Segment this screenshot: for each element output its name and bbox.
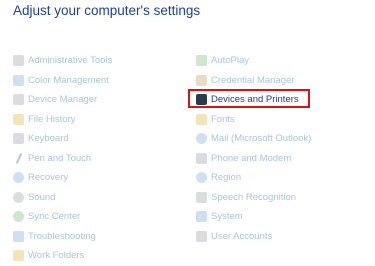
item-phone-and-modem[interactable]: Phone and Modem — [196, 149, 311, 169]
sync-center-icon — [13, 211, 24, 223]
file-history-icon — [13, 113, 24, 125]
system-icon — [196, 211, 207, 223]
mail-icon — [196, 133, 207, 145]
item-color-management[interactable]: Color Management — [13, 71, 112, 91]
speech-recognition-icon — [196, 191, 207, 203]
administrative-tools-icon — [13, 55, 24, 67]
user-accounts-icon — [196, 230, 207, 242]
item-label: Sound — [28, 191, 56, 203]
item-label: User Accounts — [211, 230, 273, 242]
item-label: Device Manager — [28, 94, 98, 106]
item-file-history[interactable]: File History — [13, 110, 112, 130]
page-title: Adjust your computer's settings — [13, 3, 201, 18]
item-system[interactable]: System — [196, 207, 311, 227]
item-work-folders[interactable]: Work Folders — [13, 246, 112, 266]
item-troubleshooting[interactable]: Troubleshooting — [13, 227, 112, 247]
item-label: Fonts — [211, 113, 235, 125]
sound-icon — [13, 191, 24, 203]
item-label: Color Management — [28, 74, 109, 86]
troubleshooting-icon — [13, 230, 24, 242]
phone-and-modem-icon — [196, 152, 207, 164]
item-sound[interactable]: Sound — [13, 188, 112, 208]
item-label: Pen and Touch — [28, 152, 92, 164]
item-label: Administrative Tools — [28, 55, 113, 67]
item-fonts[interactable]: Fonts — [196, 110, 311, 130]
item-label: System — [211, 211, 243, 223]
item-label: File History — [28, 113, 76, 125]
item-label: Phone and Modem — [211, 152, 292, 164]
selection-highlight-box — [188, 89, 310, 108]
item-keyboard[interactable]: Keyboard — [13, 129, 112, 149]
item-label: Region — [211, 172, 242, 184]
item-device-manager[interactable]: Device Manager — [13, 90, 112, 110]
color-management-icon — [13, 74, 24, 86]
item-speech-recognition[interactable]: Speech Recognition — [196, 188, 311, 208]
pen-icon — [13, 153, 24, 164]
fonts-icon — [196, 113, 207, 125]
device-manager-icon — [13, 94, 24, 106]
item-label: Troubleshooting — [28, 230, 96, 242]
item-label: Mail (Microsoft Outlook) — [211, 133, 312, 145]
work-folders-icon — [13, 250, 24, 262]
item-sync-center[interactable]: Sync Center — [13, 207, 112, 227]
item-pen-and-touch[interactable]: Pen and Touch — [13, 149, 112, 169]
right-column: AutoPlay Credential Manager Devices and … — [196, 51, 311, 246]
item-autoplay[interactable]: AutoPlay — [196, 51, 311, 71]
recovery-icon — [13, 172, 24, 184]
item-administrative-tools[interactable]: Administrative Tools — [13, 51, 112, 71]
item-label: Sync Center — [28, 211, 81, 223]
item-mail[interactable]: Mail (Microsoft Outlook) — [196, 129, 311, 149]
item-recovery[interactable]: Recovery — [13, 168, 112, 188]
item-label: AutoPlay — [211, 55, 250, 67]
autoplay-icon — [196, 55, 207, 67]
item-label: Keyboard — [28, 133, 69, 145]
item-label: Speech Recognition — [211, 191, 297, 203]
left-column: Administrative Tools Color Management De… — [13, 51, 112, 266]
region-icon — [196, 172, 207, 184]
item-label: Credential Manager — [211, 74, 295, 86]
item-region[interactable]: Region — [196, 168, 311, 188]
credential-manager-icon — [196, 74, 207, 86]
keyboard-icon — [13, 133, 24, 145]
item-user-accounts[interactable]: User Accounts — [196, 227, 311, 247]
item-label: Work Folders — [28, 250, 85, 262]
item-credential-manager[interactable]: Credential Manager — [196, 71, 311, 91]
item-label: Recovery — [28, 172, 69, 184]
